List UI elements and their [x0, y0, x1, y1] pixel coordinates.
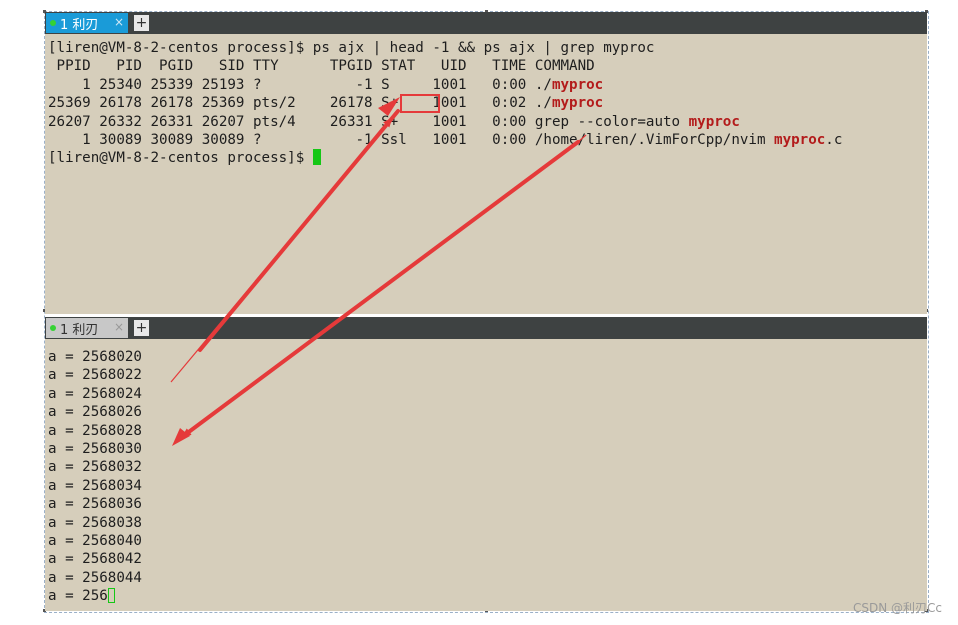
arrow-thick-2: [180, 140, 580, 439]
watermark: CSDN @利刃Cc: [852, 601, 942, 615]
annotation-arrows: [170, 97, 587, 446]
arrow-thick: [198, 109, 400, 352]
arrow-thin-2: [577, 134, 587, 143]
